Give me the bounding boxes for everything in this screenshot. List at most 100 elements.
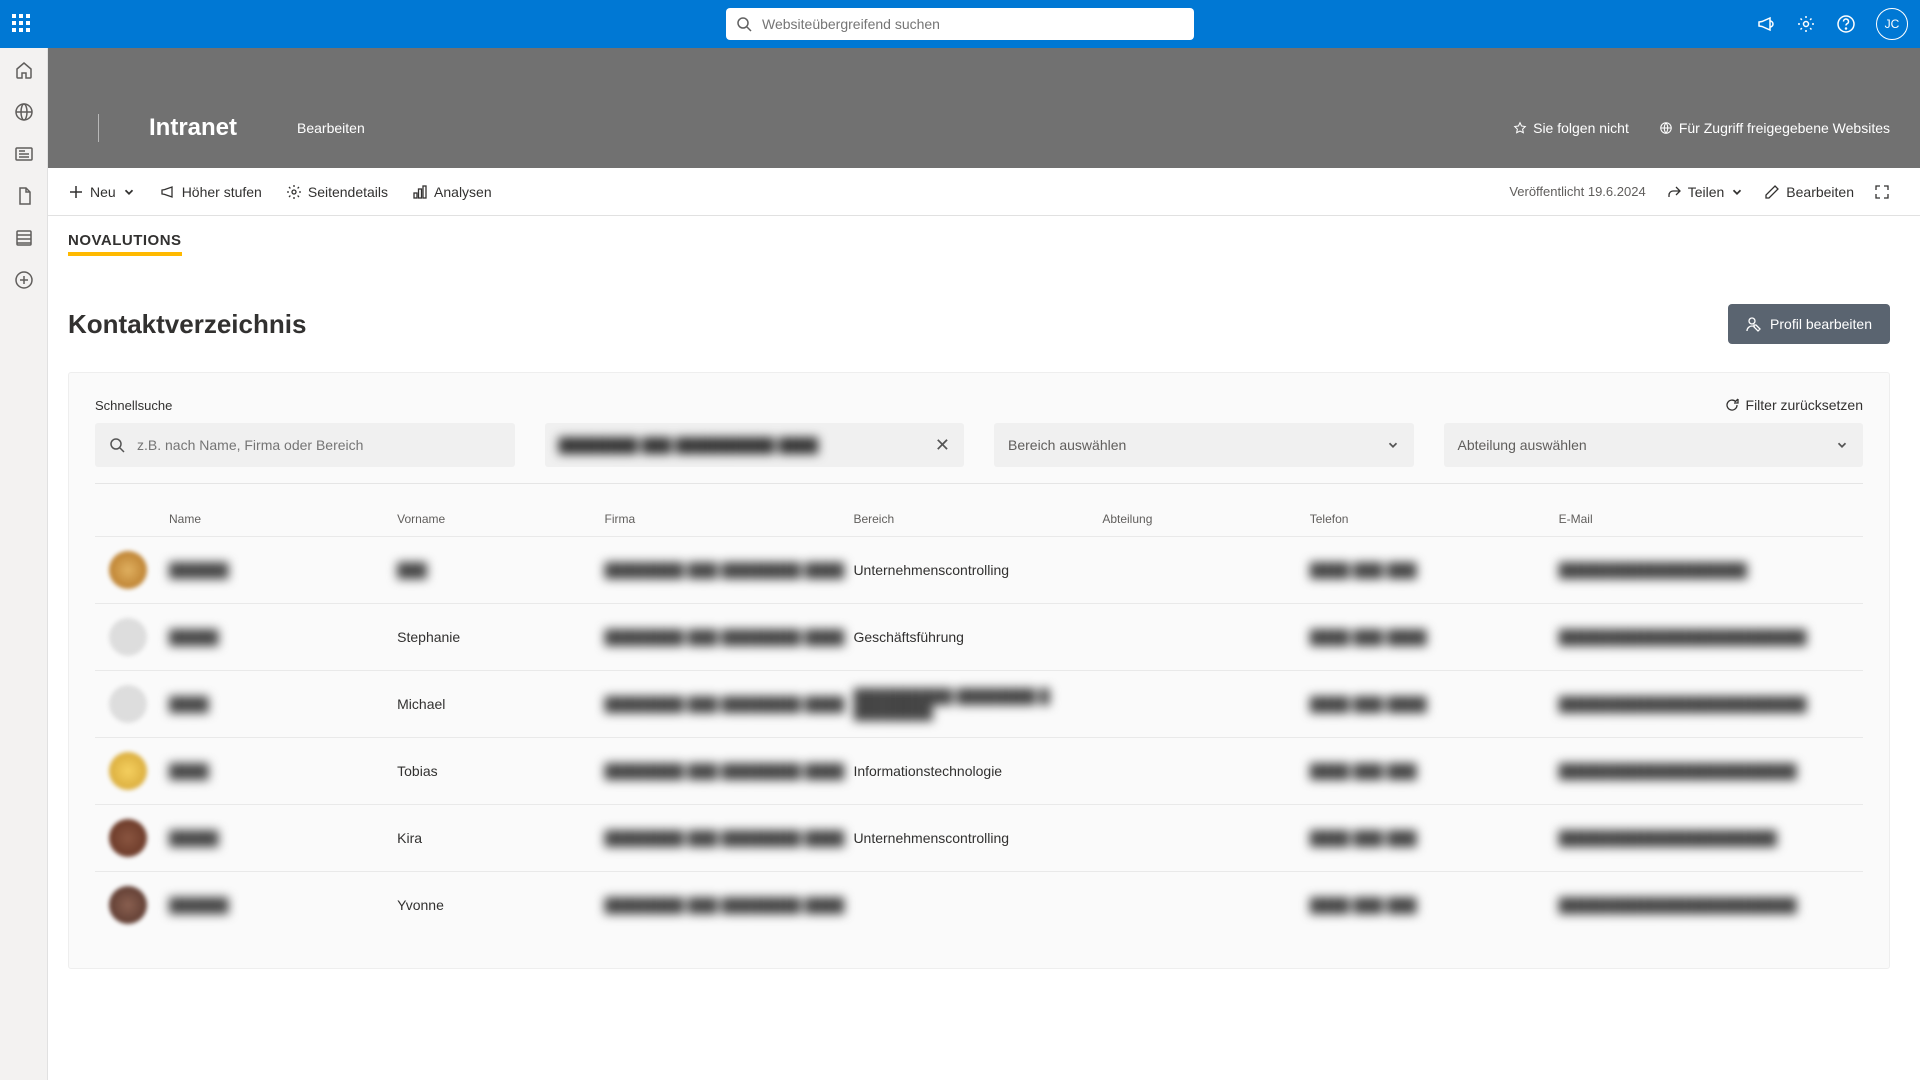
- files-icon[interactable]: [14, 186, 34, 206]
- bereich-select[interactable]: Bereich auswählen: [994, 423, 1414, 467]
- cell-name: ██████: [169, 562, 397, 578]
- site-header: Intranet Bearbeiten Sie folgen nicht Für…: [48, 48, 1920, 168]
- cell-firma: ████████ ███ ████████ ████: [605, 696, 854, 712]
- user-avatar[interactable]: JC: [1876, 8, 1908, 40]
- expand-icon[interactable]: [1874, 184, 1890, 200]
- contact-avatar: [109, 618, 147, 656]
- settings-icon[interactable]: [1796, 14, 1816, 34]
- home-icon[interactable]: [14, 60, 34, 80]
- chevron-down-icon: [122, 185, 136, 199]
- global-search-input[interactable]: [760, 15, 1184, 33]
- col-firma[interactable]: Firma: [605, 512, 854, 526]
- edit-profile-label: Profil bearbeiten: [1770, 316, 1872, 332]
- analytics-button[interactable]: Analysen: [412, 184, 492, 200]
- bereich-placeholder: Bereich auswählen: [1008, 437, 1386, 453]
- cell-name: █████: [169, 629, 397, 645]
- app-launcher-icon[interactable]: [12, 14, 32, 34]
- quicksearch-input[interactable]: [135, 436, 501, 454]
- globe-share-icon: [1659, 121, 1673, 135]
- col-vorname[interactable]: Vorname: [397, 512, 604, 526]
- follow-button[interactable]: Sie folgen nicht: [1513, 120, 1629, 136]
- edit-profile-button[interactable]: Profil bearbeiten: [1728, 304, 1890, 344]
- cell-bereich: ██████████ ████████ █ ████████: [853, 688, 1102, 720]
- cell-vorname: Yvonne: [397, 897, 604, 913]
- cell-name: ████: [169, 696, 397, 712]
- cell-vorname: Tobias: [397, 763, 604, 779]
- global-search: [726, 8, 1194, 40]
- close-icon[interactable]: ✕: [935, 435, 950, 456]
- cell-firma: ████████ ███ ████████ ████: [605, 562, 854, 578]
- contact-avatar: [109, 886, 147, 924]
- gear-icon: [286, 184, 302, 200]
- share-label: Teilen: [1688, 184, 1725, 200]
- abteilung-select[interactable]: Abteilung auswählen: [1444, 423, 1864, 467]
- col-abteilung[interactable]: Abteilung: [1102, 512, 1309, 526]
- cell-firma: ████████ ███ ████████ ████: [605, 763, 854, 779]
- help-icon[interactable]: [1836, 14, 1856, 34]
- cell-bereich: Informationstechnologie: [853, 763, 1102, 779]
- cell-bereich: Unternehmenscontrolling: [853, 562, 1102, 578]
- cell-name: ██████: [169, 897, 397, 913]
- globe-icon[interactable]: [14, 102, 34, 122]
- news-icon[interactable]: [14, 144, 34, 164]
- table-row[interactable]: ████Michael████████ ███ ████████ ███████…: [95, 670, 1863, 737]
- megaphone-icon: [160, 184, 176, 200]
- cell-vorname: Michael: [397, 696, 604, 712]
- site-title[interactable]: Intranet: [149, 114, 237, 142]
- col-telefon[interactable]: Telefon: [1310, 512, 1559, 526]
- edit-button[interactable]: Bearbeiten: [1764, 184, 1854, 200]
- reset-filter-button[interactable]: Filter zurücksetzen: [1724, 397, 1863, 413]
- abteilung-placeholder: Abteilung auswählen: [1458, 437, 1836, 453]
- cell-bereich: Unternehmenscontrolling: [853, 830, 1102, 846]
- contacts-table: Name Vorname Firma Bereich Abteilung Tel…: [95, 502, 1863, 938]
- cell-vorname: Stephanie: [397, 629, 604, 645]
- pencil-icon: [1764, 184, 1780, 200]
- directory-card: Schnellsuche Filter zurücksetzen ███████…: [68, 372, 1890, 969]
- cell-telefon: ████ ███ ████: [1310, 629, 1559, 645]
- search-icon: [736, 16, 752, 32]
- megaphone-icon[interactable]: [1756, 14, 1776, 34]
- cell-telefon: ████ ███ ███: [1310, 830, 1559, 846]
- share-button[interactable]: Teilen: [1666, 184, 1745, 200]
- chart-icon: [412, 184, 428, 200]
- contact-avatar: [109, 819, 147, 857]
- global-search-box[interactable]: [726, 8, 1194, 40]
- firma-filter[interactable]: ████████ ███ ██████████ ████ ✕: [545, 423, 965, 467]
- suite-header: JC: [0, 0, 1920, 48]
- person-edit-icon: [1746, 316, 1762, 332]
- quicksearch-label: Schnellsuche: [95, 398, 172, 413]
- lists-icon[interactable]: [14, 228, 34, 248]
- share-icon: [1666, 184, 1682, 200]
- quicksearch-field[interactable]: [95, 423, 515, 467]
- new-button[interactable]: Neu: [68, 184, 136, 200]
- cell-firma: ████████ ███ ████████ ████: [605, 830, 854, 846]
- cell-firma: ████████ ███ ████████ ████: [605, 629, 854, 645]
- plus-icon: [68, 184, 84, 200]
- contact-avatar: [109, 752, 147, 790]
- col-bereich[interactable]: Bereich: [853, 512, 1102, 526]
- cell-email: ████████████████████████: [1559, 763, 1849, 779]
- shared-sites-button[interactable]: Für Zugriff freigegebene Websites: [1659, 120, 1890, 136]
- col-email[interactable]: E-Mail: [1559, 512, 1849, 526]
- cell-firma: ████████ ███ ████████ ████: [605, 897, 854, 913]
- cell-vorname: Kira: [397, 830, 604, 846]
- table-row[interactable]: ████Tobias████████ ███ ████████ ████Info…: [95, 737, 1863, 804]
- table-row[interactable]: ██████Yvonne████████ ███ ████████ ████ ██…: [95, 871, 1863, 938]
- cell-email: ██████████████████████: [1559, 830, 1849, 846]
- table-row[interactable]: █████Kira████████ ███ ████████ ████Unter…: [95, 804, 1863, 871]
- cell-telefon: ████ ███ ███: [1310, 897, 1559, 913]
- table-row[interactable]: █████Stephanie████████ ███ ████████ ████…: [95, 603, 1863, 670]
- contact-avatar: [109, 685, 147, 723]
- cell-email: ███████████████████: [1559, 562, 1849, 578]
- brand-logo: NOVALUTIONS: [68, 232, 182, 256]
- promote-button[interactable]: Höher stufen: [160, 184, 262, 200]
- table-row[interactable]: █████████████████ ███ ████████ ████Unter…: [95, 536, 1863, 603]
- published-status: Veröffentlicht 19.6.2024: [1509, 184, 1645, 199]
- nav-edit-link[interactable]: Bearbeiten: [297, 120, 365, 136]
- edit-label: Bearbeiten: [1786, 184, 1854, 200]
- cell-vorname: ███: [397, 562, 604, 578]
- create-icon[interactable]: [14, 270, 34, 290]
- page-details-button[interactable]: Seitendetails: [286, 184, 388, 200]
- follow-label: Sie folgen nicht: [1533, 120, 1629, 136]
- col-name[interactable]: Name: [169, 512, 397, 526]
